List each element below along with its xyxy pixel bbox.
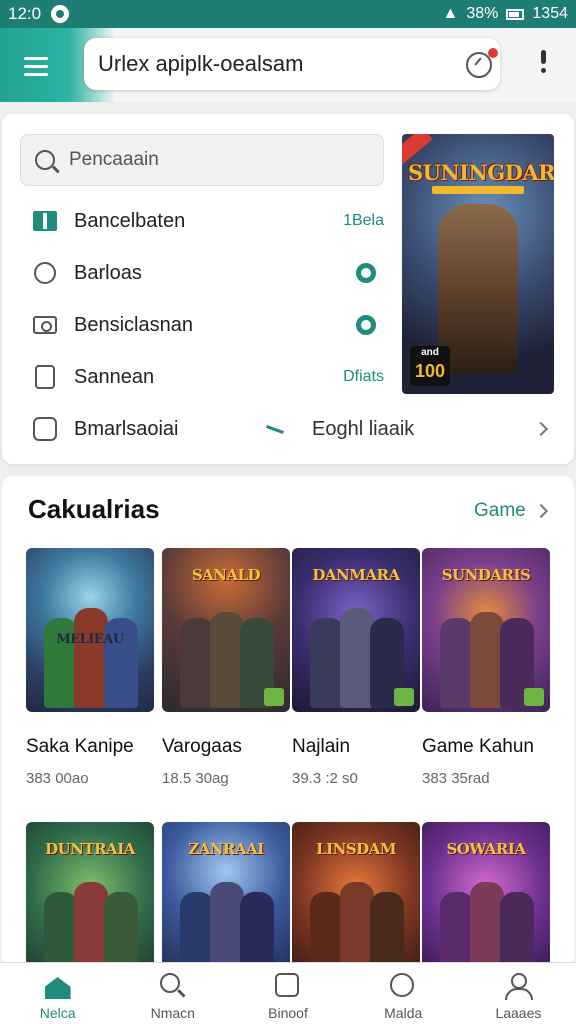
battery-icon	[506, 8, 525, 20]
square-icon	[275, 973, 301, 999]
game-card[interactable]: MELIEAU Saka Kanipe 383 00ao	[26, 548, 154, 787]
game-meta: 39.3 :2 s0	[292, 770, 358, 787]
game-meta: 383 00ao	[26, 770, 89, 787]
gear-icon[interactable]	[356, 263, 376, 283]
featured-game-poster[interactable]: SUNINGDAR and 100	[402, 134, 554, 394]
game-thumbnail[interactable]: SANALD	[162, 548, 290, 712]
app-status-icon	[51, 5, 70, 23]
url-field[interactable]: Urlex apiplk-oealsam	[84, 38, 500, 90]
section-link-label: Game	[474, 500, 526, 521]
game-card[interactable]: DANMARA Najlain 39.3 :2 s0	[292, 548, 420, 787]
thumbnail-title: SANALD	[191, 566, 261, 584]
gamepad-icon	[32, 416, 58, 442]
thumbnail-title: LINSDAM	[316, 840, 396, 858]
list-item-bensiclasnan[interactable]: Bensiclasnan	[20, 300, 384, 350]
list-item-value: 1Bela	[343, 212, 384, 229]
poster-subtitle-bar	[432, 186, 524, 194]
search-placeholder: Pencaaain	[69, 149, 159, 170]
url-text: Urlex apiplk-oealsam	[98, 51, 304, 76]
thumbnail-title: DUNTRAIA	[45, 840, 135, 858]
list-item-label: Bensiclasnan	[74, 313, 193, 336]
list-item-value: Eoghl liaaik	[312, 417, 415, 440]
poster-hero-figure	[438, 204, 518, 374]
game-thumbnail[interactable]: SUNDARIS	[422, 548, 550, 712]
chat-icon	[32, 260, 58, 286]
game-name: Game Kahun	[422, 736, 534, 757]
poster-badge-top: and	[421, 347, 439, 358]
status-time: 12:0	[8, 4, 42, 23]
nav-label: Nelca	[39, 1005, 76, 1021]
nav-label: Nmacn	[150, 1005, 195, 1021]
list-item-bancelbaten[interactable]: Bancelbaten 1Bela	[20, 196, 384, 246]
nav-item-history[interactable]: Malda	[346, 963, 461, 1024]
bottom-nav: Nelca Nmacn Binoof Malda Laaaes	[0, 962, 576, 1024]
list-item-label: Bmarlsaoiai	[74, 417, 179, 440]
list-item-extra[interactable]: Eoghl liaaik	[264, 414, 554, 444]
thumbnail-art	[306, 604, 406, 708]
game-thumbnail[interactable]: MELIEAU	[26, 548, 154, 712]
home-icon	[44, 973, 71, 999]
door-icon	[32, 364, 58, 390]
thumbnail-title: SUNDARIS	[441, 566, 531, 584]
list-item-label: Bancelbaten	[74, 209, 186, 232]
game-card[interactable]: SUNDARIS Game Kahun 383 35rad	[422, 548, 550, 787]
chevron-right-icon	[533, 421, 549, 437]
section-title: Cakualrias	[28, 494, 160, 524]
book-icon	[32, 208, 58, 234]
nav-item-home[interactable]: Nelca	[0, 963, 115, 1024]
nav-label: Laaaes	[495, 1005, 542, 1021]
status-bar: 12:0 ▲ 38% 1354	[0, 0, 576, 28]
thumbnail-title: ZANRAAI	[188, 840, 264, 858]
nav-label: Binoof	[268, 1005, 308, 1021]
thumbnail-title: DANMARA	[312, 566, 400, 584]
clock-icon	[390, 973, 416, 999]
search-icon	[35, 150, 55, 170]
more-options-icon[interactable]	[538, 50, 548, 82]
list-item-barloas[interactable]: Barloas	[20, 248, 384, 298]
game-meta: 383 35rad	[422, 770, 490, 787]
nav-item-library[interactable]: Binoof	[230, 963, 345, 1024]
nav-item-profile[interactable]: Laaaes	[461, 963, 576, 1024]
game-name: Najlain	[292, 736, 351, 757]
verified-badge-icon	[264, 688, 284, 706]
thumbnail-art	[176, 604, 276, 708]
game-meta: 18.5 30ag	[162, 770, 229, 787]
status-extra: 1354	[532, 5, 568, 22]
notification-dot	[488, 48, 498, 58]
nav-item-search[interactable]: Nmacn	[115, 963, 230, 1024]
list-item-bmarlsaoiai[interactable]: Bmarlsaoiai	[20, 404, 270, 454]
camera-icon	[32, 312, 58, 338]
share-icon	[264, 421, 286, 437]
search-input[interactable]: Pencaaain	[20, 134, 384, 186]
list-item-label: Barloas	[74, 261, 142, 284]
game-name: Saka Kanipe	[26, 736, 134, 757]
game-card[interactable]: SANALD Varogaas 18.5 30ag	[162, 548, 290, 787]
thumbnail-art	[436, 604, 536, 708]
thumbnail-title: MELIEAU	[56, 632, 124, 647]
chevron-right-icon	[533, 503, 548, 519]
list-item-label: Sannean	[74, 365, 155, 388]
top-card: Pencaaain Bancelbaten 1Bela Barloas Bens…	[2, 114, 574, 464]
battery-percent: 38%	[466, 5, 499, 22]
wifi-icon: ▲	[442, 5, 459, 22]
search-icon	[159, 973, 186, 999]
game-thumbnail[interactable]: DANMARA	[292, 548, 420, 712]
game-name: Varogaas	[162, 736, 242, 757]
list-item-sannean[interactable]: Sannean Dfiats	[20, 352, 384, 402]
gear-icon[interactable]	[356, 315, 376, 335]
nav-label: Malda	[384, 1005, 423, 1021]
verified-badge-icon	[394, 688, 414, 706]
poster-title: SUNINGDAR	[408, 160, 554, 185]
hamburger-menu-icon[interactable]	[14, 48, 58, 84]
app-bar: Urlex apiplk-oealsam	[0, 28, 576, 102]
poster-badge: and 100	[410, 346, 450, 386]
verified-badge-icon	[524, 688, 544, 706]
user-icon	[505, 973, 534, 1000]
list-item-value: Dfiats	[343, 368, 384, 385]
section-see-all-link[interactable]: Game	[474, 500, 554, 522]
poster-badge-number: 100	[414, 361, 446, 381]
thumbnail-title: SOWARIA	[446, 840, 526, 858]
categories-section: Cakualrias Game MELIEAU Saka Kanipe 383 …	[2, 476, 574, 986]
thumbnail-art	[40, 604, 140, 708]
